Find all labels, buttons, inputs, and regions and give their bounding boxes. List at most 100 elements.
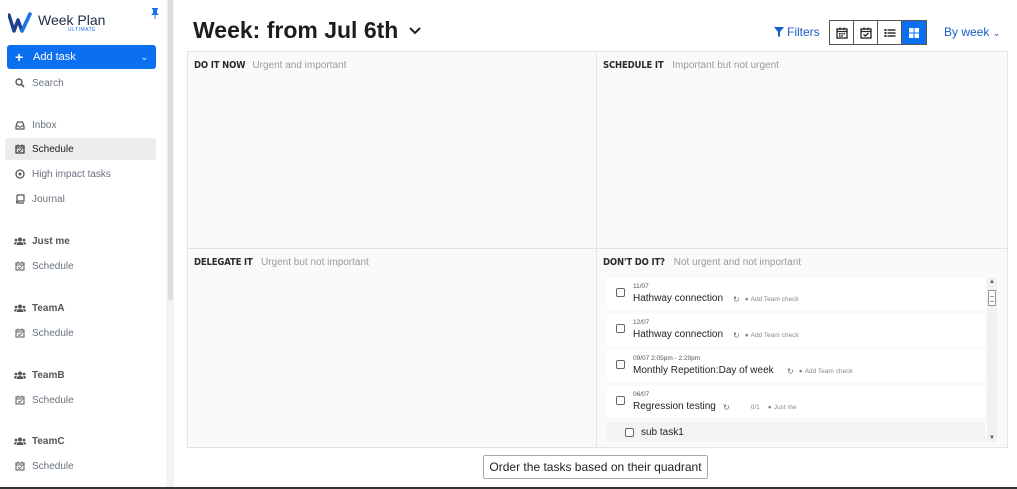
calendar-icon [835,27,848,39]
week-plan-logo-icon [8,12,32,33]
task-date: 06/07 [633,391,650,398]
section-label: Just me [32,235,70,247]
repeat-icon: ↻ [733,295,740,304]
task-item[interactable]: 12/07 Hathway connection ↻ ● Add Team ch… [607,314,985,346]
quadrant-subtitle: Not urgent and not important [673,257,802,268]
task-group[interactable]: Add Team check [805,368,853,375]
repeat-icon: ↻ [723,403,730,412]
task-title: Regression testing [633,401,716,412]
sidebar-scrollbar-thumb[interactable] [168,0,173,300]
section-label: TeamB [32,369,65,381]
sidebar-item-high-impact[interactable]: High impact tasks [5,163,156,185]
quadrant-view-button[interactable] [902,21,926,44]
section-team-c[interactable]: TeamC [5,430,156,452]
sidebar-item-label: Schedule [32,394,74,406]
quadrant-subtitle: Urgent but not important [260,257,369,268]
task-group[interactable]: Add Team check [751,332,799,339]
add-task-button[interactable]: + Add task ⌄ [7,45,156,69]
schedule-view-button[interactable] [854,21,878,44]
sidebar-item-label: Journal [32,193,65,205]
repeat-icon: ↻ [787,367,794,376]
period-dropdown[interactable]: By week ⌄ [944,25,1000,39]
sidebar-item-team-c-schedule[interactable]: Schedule [5,455,156,477]
plus-icon: + [15,49,24,65]
users-icon: ● [744,332,749,339]
grid-icon [909,27,919,38]
users-icon [13,371,27,380]
quadrant-dont-do-it[interactable]: DON'T DO IT? Not urgent and not importan… [597,249,1007,447]
target-icon [13,169,27,179]
pin-icon[interactable] [150,7,160,19]
page-title: Week: from Jul 6th [193,17,399,43]
sidebar-item-just-me-schedule[interactable]: Schedule [5,255,156,277]
week-selector[interactable]: Week: from Jul 6th [193,17,422,44]
task-checkbox[interactable] [616,360,625,369]
sidebar-item-label: Schedule [32,143,74,155]
users-icon [13,437,27,446]
sidebar-item-schedule[interactable]: Schedule [5,138,156,160]
repeat-icon: ↻ [733,331,740,340]
quadrant-delegate-it[interactable]: DELEGATE IT Urgent but not important [188,249,597,447]
sidebar-item-journal[interactable]: Journal [5,188,156,210]
users-icon: ● [767,404,772,411]
section-label: TeamC [32,435,65,447]
task-title: Monthly Repetition:Day of week [633,365,774,376]
list-icon [884,28,895,37]
task-checkbox[interactable] [616,288,625,297]
section-team-a[interactable]: TeamA [5,297,156,319]
scroll-down-arrow-icon[interactable]: ▼ [989,435,995,441]
sidebar-item-label: Schedule [32,260,74,272]
sidebar-item-team-a-schedule[interactable]: Schedule [5,322,156,344]
sidebar-scrollbar[interactable] [166,0,174,489]
calendar-view-button[interactable] [830,21,854,44]
subtask-checkbox[interactable] [625,428,634,437]
add-task-label: Add task [33,51,76,63]
task-item[interactable]: 09/07 2:05pm - 2:20pm Monthly Repetition… [607,350,985,382]
app-window: Week Plan ULTIMATE + Add task ⌄ Search I… [0,0,1017,489]
scroll-up-arrow-icon[interactable]: ▲ [989,279,995,285]
sidebar-item-inbox[interactable]: Inbox [5,114,156,136]
sidebar: Week Plan ULTIMATE + Add task ⌄ Search I… [0,0,166,489]
task-meta: ↻ ● Add Team check [733,331,799,340]
filters-label: Filters [787,25,820,39]
sidebar-item-label: Schedule [32,460,74,472]
task-group[interactable]: Add Team check [751,296,799,303]
main-content: Week: from Jul 6th Filters By week ⌄ DO … [174,0,1017,489]
section-team-b[interactable]: TeamB [5,364,156,386]
task-meta: ↻ ● Add Team check [733,295,799,304]
task-item[interactable]: 11/07 Hathway connection ↻ ● Add Team ch… [607,278,985,310]
calendar-check-icon [13,328,27,338]
sidebar-item-team-b-schedule[interactable]: Schedule [5,389,156,411]
sidebar-item-label: High impact tasks [32,168,111,180]
task-item[interactable]: 06/07 Regression testing ↻ 0/1 ● Just me [607,386,985,418]
task-checkbox[interactable] [616,396,625,405]
chevron-down-icon [409,26,422,34]
filter-icon [774,27,784,37]
chevron-down-icon[interactable]: ⌄ [140,52,148,63]
task-checkbox[interactable] [616,324,625,333]
scrollbar-thumb[interactable] [988,290,996,306]
task-meta: ↻ ● Add Team check [787,367,853,376]
task-date: 09/07 2:05pm - 2:20pm [633,355,701,362]
subtask-item[interactable]: sub task1 [607,422,985,442]
task-title: Hathway connection [633,329,724,340]
order-tasks-button[interactable]: Order the tasks based on their quadrant [483,455,708,479]
task-date: 12/07 [633,319,650,326]
quadrant-do-it-now[interactable]: DO IT NOW Urgent and important [188,52,597,249]
subtask-title: sub task1 [641,427,684,438]
brand-name: Week Plan [38,12,106,28]
brand-edition: ULTIMATE [68,27,96,33]
subtask-count: 0/1 [750,404,760,411]
filters-button[interactable]: Filters [774,25,820,39]
section-just-me[interactable]: Just me [5,230,156,252]
quadrant-schedule-it[interactable]: SCHEDULE IT Important but not urgent [597,52,1007,249]
task-group[interactable]: Just me [774,404,797,411]
list-view-button[interactable] [878,21,902,44]
calendar-check-icon [13,144,27,154]
inbox-icon [13,120,27,130]
calendar-check-icon [859,27,872,39]
brand[interactable]: Week Plan ULTIMATE [8,10,105,36]
sidebar-item-search[interactable]: Search [5,72,156,94]
task-list-scrollbar[interactable]: ▲ ▼ [987,278,997,442]
users-icon [13,237,27,246]
